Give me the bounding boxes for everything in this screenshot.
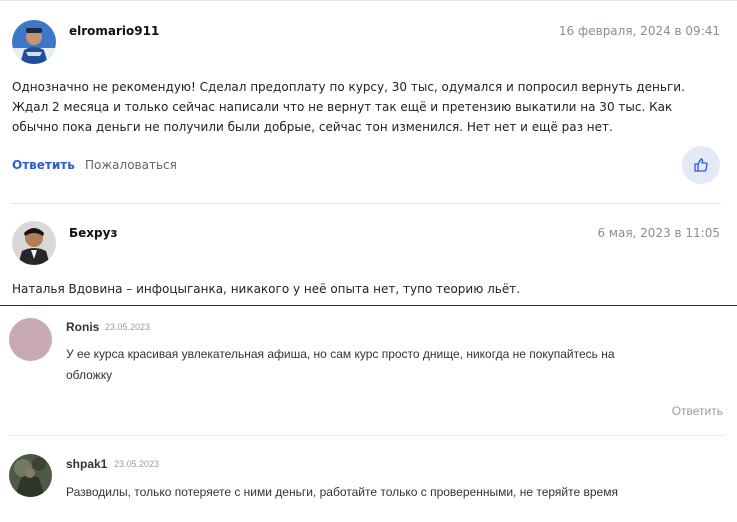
report-button[interactable]: Пожаловаться xyxy=(85,158,177,172)
avatar[interactable] xyxy=(9,454,52,497)
bottom-comments-section: Ronis 23.05.2023 У ее курса красивая увл… xyxy=(0,306,737,522)
comment-date: 23.05.2023 xyxy=(114,459,160,469)
comment-date: 23.05.2023 xyxy=(105,322,151,332)
comment-item: Бехруз 6 мая, 2023 в 11:05 Наталья Вдови… xyxy=(0,205,737,305)
comment-date: 16 февраля, 2024 в 09:41 xyxy=(558,24,720,38)
comment-date: 6 мая, 2023 в 11:05 xyxy=(597,226,720,240)
reply-button[interactable]: Ответить xyxy=(672,404,723,418)
comment-text: У ее курса красивая увлекательная афиша,… xyxy=(66,347,615,382)
comment-author[interactable]: shpak1 xyxy=(66,457,107,471)
comment-author[interactable]: elromario911 xyxy=(69,24,159,38)
comment-author[interactable]: Ronis xyxy=(66,320,99,334)
thumbs-up-icon xyxy=(694,158,708,172)
comment-author[interactable]: Бехруз xyxy=(69,226,117,240)
comment-text: Разводилы, только потеряете с ними деньг… xyxy=(66,485,618,499)
top-comments-section: elromario911 16 февраля, 2024 в 09:41 Од… xyxy=(0,0,737,306)
divider xyxy=(10,435,725,436)
divider xyxy=(11,203,721,204)
like-button[interactable] xyxy=(682,146,720,184)
comment-text: Наталья Вдовина – инфоцыганка, никакого … xyxy=(12,282,521,296)
avatar[interactable] xyxy=(12,20,56,64)
comment-item: elromario911 16 февраля, 2024 в 09:41 Од… xyxy=(0,0,737,205)
avatar[interactable] xyxy=(9,318,52,361)
comment-text: Однозначно не рекомендую! Сделал предопл… xyxy=(12,80,685,134)
avatar[interactable] xyxy=(12,221,56,265)
reply-button[interactable]: Ответить xyxy=(12,158,75,172)
